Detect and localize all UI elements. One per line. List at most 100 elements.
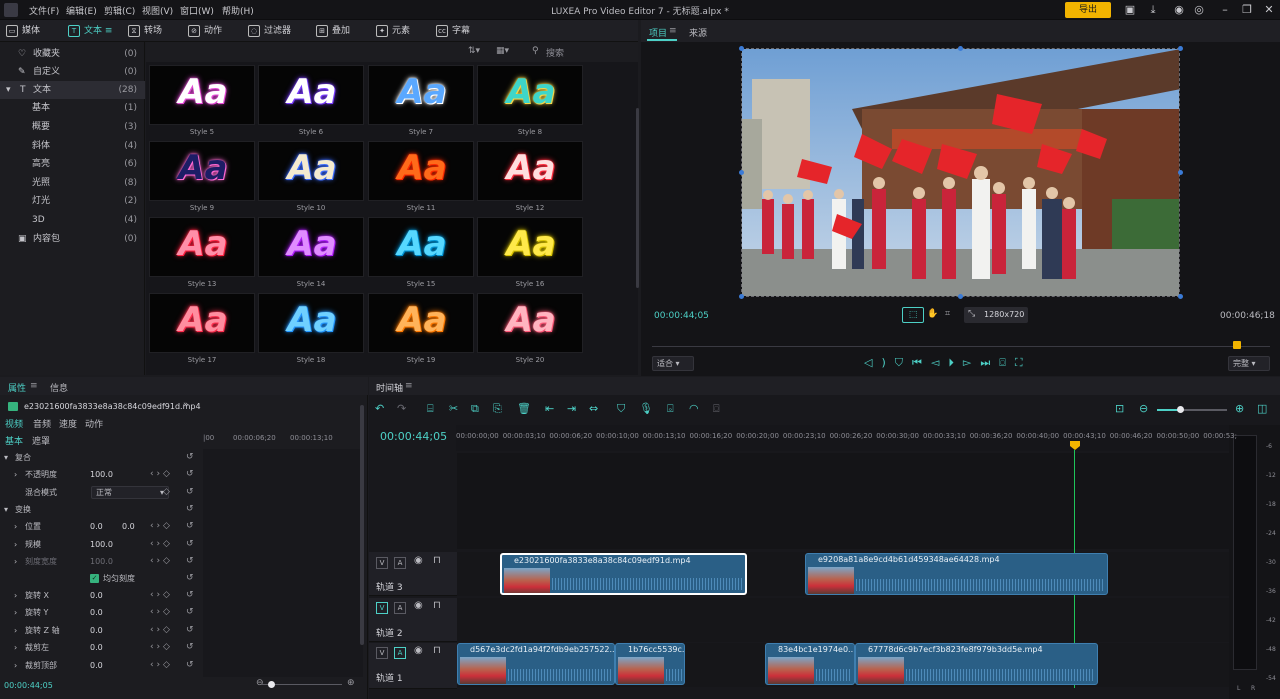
track-3-lock-icon[interactable]: ⊓ — [433, 555, 441, 566]
chevron-right-icon[interactable]: › — [14, 604, 17, 621]
track-2-audio-toggle[interactable]: A — [394, 602, 406, 614]
category-item[interactable]: 3D (4) — [0, 211, 145, 229]
tab-overlay[interactable]: ⊞ 叠加 — [314, 22, 350, 40]
track-3-video-toggle[interactable]: V — [376, 557, 388, 569]
tab-timeline[interactable]: 时间轴 — [376, 381, 403, 394]
text-style-tile[interactable]: Aa — [258, 217, 364, 277]
property-value[interactable]: 0.0 — [90, 604, 103, 621]
value-stepper-icon[interactable]: ‹ › — [150, 553, 160, 570]
keyframe-icon[interactable]: ◇ — [163, 639, 170, 656]
category-item[interactable]: 灯光 (2) — [0, 192, 145, 210]
reset-icon[interactable]: ↺ — [186, 466, 194, 483]
tab-subtitles[interactable]: cc 字幕 — [434, 22, 470, 40]
text-style-tile[interactable]: Aa — [477, 293, 583, 353]
reset-icon[interactable]: ↺ — [186, 536, 194, 553]
text-style-tile[interactable]: Aa — [368, 217, 474, 277]
step-back-icon[interactable]: ◅ — [931, 356, 948, 369]
property-value[interactable]: 0.0 — [90, 587, 103, 604]
text-style-tile[interactable]: Aa — [258, 293, 364, 353]
download-icon[interactable]: ⤓ — [1146, 3, 1160, 17]
keyframe-icon[interactable]: ◇ — [163, 518, 170, 535]
select-tool-icon[interactable]: ⬚ — [902, 307, 924, 323]
reset-icon[interactable]: ↺ — [186, 570, 194, 587]
keyframe-icon[interactable]: ◇ — [163, 484, 170, 501]
redo-icon[interactable]: ↷ — [397, 402, 414, 415]
crop-tool-icon[interactable]: ⌗ — [945, 309, 950, 319]
tab-source[interactable]: 来源 — [689, 26, 707, 39]
chevron-right-icon[interactable]: › — [14, 536, 17, 553]
timeline-clip[interactable]: 67778d6c9b7ecf3b823fe8f979b3dd5e.mp4 — [855, 643, 1098, 685]
category-item[interactable]: 斜体 (4) — [0, 137, 145, 155]
resize-handle-t[interactable] — [958, 46, 963, 51]
quality-select[interactable]: 完整 ▾ — [1228, 356, 1270, 371]
zoom-out-icon[interactable]: ⊖ — [1139, 402, 1156, 415]
delete-icon[interactable]: 🗑 — [517, 402, 539, 415]
track-2-lock-icon[interactable]: ⊓ — [433, 600, 441, 611]
ripple-icon[interactable]: ⇔ — [589, 402, 606, 415]
reset-icon[interactable]: ↺ — [186, 518, 194, 535]
account-icon[interactable]: ◉ — [1172, 3, 1186, 17]
export-button[interactable]: 导出 — [1065, 2, 1111, 18]
text-style-tile[interactable]: Aa — [149, 65, 255, 125]
trim-end-icon[interactable]: ⇥ — [567, 402, 584, 415]
menu-clip[interactable]: 剪辑(C) — [104, 4, 135, 17]
text-style-tile[interactable]: Aa — [258, 65, 364, 125]
property-value[interactable]: 100.0 — [90, 536, 113, 553]
preview-playhead[interactable] — [1233, 341, 1241, 349]
chevron-right-icon[interactable]: › — [14, 622, 17, 639]
save-icon[interactable]: ▣ — [1123, 3, 1137, 17]
uniform-scale-checkbox[interactable]: ✓ — [90, 574, 99, 583]
copy-icon[interactable]: ⧉ — [471, 402, 487, 416]
reset-icon[interactable]: ↺ — [186, 587, 194, 604]
tab-elements[interactable]: ✦ 元素 — [374, 22, 410, 40]
chevron-right-icon[interactable]: › — [14, 518, 17, 535]
video-frame[interactable] — [741, 48, 1180, 297]
paste-icon[interactable]: ⎘ — [493, 402, 510, 416]
value-stepper-icon[interactable]: ‹ › — [150, 622, 160, 639]
text-style-tile[interactable]: Aa — [368, 141, 474, 201]
play-icon[interactable]: ⏵ — [948, 356, 963, 369]
property-value-y[interactable]: 0.0 — [122, 518, 135, 535]
track-1-audio-toggle[interactable]: A — [394, 647, 406, 659]
monitor-icon[interactable]: ⌺ — [667, 402, 682, 416]
resize-handle-b[interactable] — [958, 294, 963, 299]
value-stepper-icon[interactable]: ‹ › — [150, 604, 160, 621]
fullscreen-icon[interactable]: ⛶ — [1015, 356, 1032, 369]
property-value[interactable]: 0.0 — [90, 657, 103, 674]
resize-handle-l[interactable] — [739, 170, 744, 175]
scene-icon[interactable]: ⌸ — [427, 402, 442, 416]
marker-add-icon[interactable]: ⛉ — [617, 402, 633, 416]
value-stepper-icon[interactable]: ‹ › — [150, 587, 160, 604]
section-composite[interactable]: ▾ 复合 ↺ — [0, 449, 200, 466]
keyframe-icon[interactable]: ◇ — [163, 587, 170, 604]
speed-icon[interactable]: ◠ — [689, 402, 707, 415]
property-value[interactable]: 100.0 — [90, 553, 113, 570]
timeline-clip[interactable]: e23021600fa3833e8a38c84c09edf91d.mp4 — [500, 553, 747, 595]
tab-filter[interactable]: ◌ 过滤器 — [246, 22, 291, 40]
fit-select[interactable]: 适合 ▾ — [652, 356, 694, 371]
preview-scrubber-track[interactable] — [652, 346, 1270, 347]
text-style-tile[interactable]: Aa — [477, 65, 583, 125]
text-style-tile[interactable]: Aa — [368, 65, 474, 125]
chevron-right-icon[interactable]: › — [14, 657, 17, 674]
category-item[interactable]: ▣ 内容包 (0) — [0, 230, 145, 248]
tab-motion[interactable]: ⊘ 动作 — [186, 22, 222, 40]
reset-icon[interactable]: ↺ — [186, 449, 194, 466]
track-2-visibility-icon[interactable]: ◉ — [414, 600, 423, 611]
text-style-tile[interactable]: Aa — [258, 141, 364, 201]
reset-icon[interactable]: ↺ — [186, 622, 194, 639]
split-icon[interactable]: ✂ — [449, 402, 466, 415]
value-stepper-icon[interactable]: ‹ › — [150, 657, 160, 674]
chevron-down-icon[interactable]: ▾ — [6, 81, 11, 99]
value-stepper-icon[interactable]: ‹ › — [150, 536, 160, 553]
text-style-tile[interactable]: Aa — [477, 217, 583, 277]
track-3-audio-toggle[interactable]: A — [394, 557, 406, 569]
reset-icon[interactable]: ↺ — [186, 501, 194, 518]
eye-icon[interactable]: ◎ — [1192, 3, 1206, 17]
trim-start-icon[interactable]: ⇤ — [545, 402, 562, 415]
tab-project[interactable]: 项目 — [649, 26, 667, 39]
timeline-clip[interactable]: 1b76cc5539c... — [615, 643, 685, 685]
text-style-tile[interactable]: Aa — [149, 217, 255, 277]
section-transform[interactable]: ▾ 变换 ↺ — [0, 501, 200, 518]
tab-timeline-menu-icon[interactable]: ≡ — [405, 381, 413, 391]
